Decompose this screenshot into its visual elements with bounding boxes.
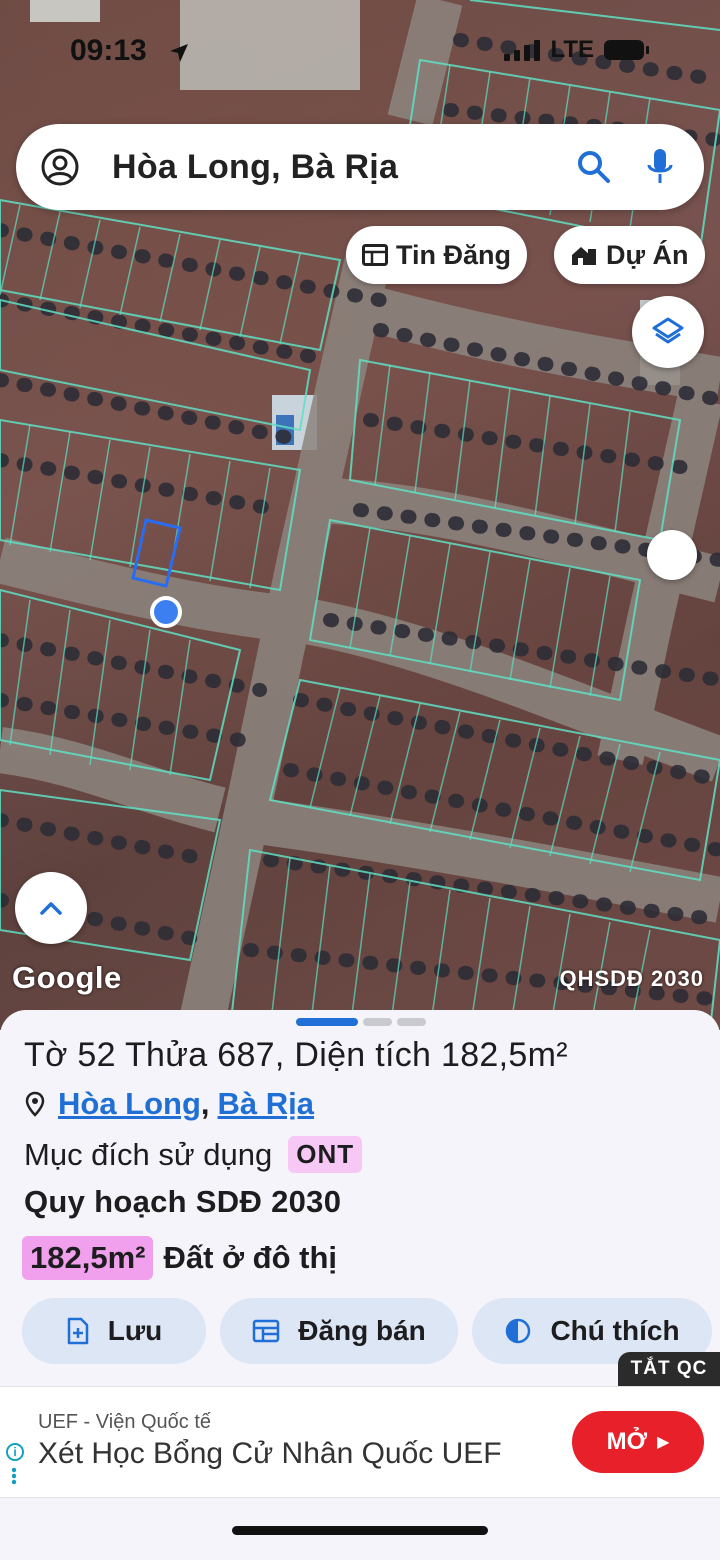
ad-banner[interactable]: i UEF - Viện Quốc tế Xét Học Bổng Cử Nhâ… [0, 1386, 720, 1498]
layers-button[interactable] [632, 296, 704, 368]
chevron-up-icon [40, 902, 62, 915]
expand-sheet-button[interactable] [15, 872, 87, 944]
search-input[interactable]: Hòa Long, Bà Rịa [112, 148, 548, 187]
plan-detail: 182,5m² Đất ở đô thị [22, 1236, 337, 1280]
location-pin-icon [25, 1091, 45, 1117]
save-button-label: Lưu [107, 1315, 163, 1346]
parcel-location: Hòa Long , Bà Rịa [24, 1086, 314, 1122]
ad-info-icon[interactable]: i [6, 1443, 24, 1461]
parcel-title: Tờ 52 Thửa 687, Diện tích 182,5m² [24, 1036, 568, 1074]
projects-icon [572, 247, 596, 265]
save-button[interactable]: Lưu [22, 1298, 206, 1364]
purpose-code-badge: ONT [288, 1136, 363, 1173]
pager-dot-active[interactable] [296, 1018, 358, 1026]
plan-area-badge: 182,5m² [22, 1236, 154, 1280]
location-arrow-icon [170, 44, 188, 62]
listing-table-icon [252, 1319, 280, 1343]
ad-source: UEF - Viện Quốc tế [38, 1411, 212, 1433]
ad-headline[interactable]: Xét Học Bổng Cử Nhân Quốc UEF [38, 1437, 502, 1471]
ward-link[interactable]: Hòa Long [58, 1086, 201, 1122]
add-document-icon [67, 1317, 88, 1345]
plan-title: Quy hoạch SDĐ 2030 [24, 1184, 342, 1219]
projects-chip[interactable]: Dự Án [554, 226, 705, 284]
pager-dot[interactable] [397, 1018, 426, 1026]
search-icon [578, 151, 610, 183]
city-link[interactable]: Bà Rịa [218, 1086, 314, 1122]
search-button[interactable] [574, 147, 614, 187]
map-view[interactable]: 09:13 LTE Hòa Long, Bà Rịa Tin Đăng Dự Á… [0, 0, 720, 1030]
profile-icon[interactable] [40, 147, 80, 187]
play-arrow-icon: ▶ [657, 1434, 670, 1451]
status-right: LTE [504, 36, 649, 64]
signal-icon [504, 39, 541, 61]
side-handle-button[interactable] [647, 530, 697, 580]
post-sale-button[interactable]: Đăng bán [220, 1298, 458, 1364]
sheet-pager[interactable] [296, 1018, 426, 1026]
close-ad-button[interactable]: TẮT QC [618, 1352, 720, 1386]
layers-icon [652, 317, 684, 344]
ad-open-button[interactable]: MỞ ▶ [572, 1411, 704, 1473]
battery-icon [604, 40, 649, 60]
home-indicator[interactable] [232, 1526, 488, 1535]
legend-button-label: Chú thích [550, 1315, 680, 1346]
pager-dot[interactable] [363, 1018, 392, 1026]
purpose-label: Mục đích sử dụng [24, 1136, 273, 1172]
map-layer-badge: QHSDĐ 2030 [559, 966, 704, 991]
network-label: LTE [550, 36, 594, 63]
listings-chip[interactable]: Tin Đăng [346, 226, 528, 284]
listings-chip-label: Tin Đăng [396, 239, 512, 270]
voice-search-button[interactable] [640, 147, 680, 187]
contrast-icon [506, 1318, 531, 1344]
land-use-purpose: Mục đích sử dụng ONT [24, 1136, 363, 1173]
post-sale-button-label: Đăng bán [298, 1315, 426, 1346]
ad-dots-icon [12, 1467, 16, 1485]
parcel-info-sheet[interactable]: Tờ 52 Thửa 687, Diện tích 182,5m² Hòa Lo… [0, 1010, 720, 1560]
projects-chip-label: Dự Án [606, 239, 689, 270]
microphone-icon [647, 149, 673, 183]
listings-icon [362, 244, 388, 266]
status-time: 09:13 [70, 34, 147, 67]
location-separator: , [200, 1086, 210, 1121]
location-marker-dot [154, 600, 178, 624]
ad-open-label: MỞ [606, 1428, 648, 1455]
plan-land-type: Đất ở đô thị [163, 1240, 338, 1275]
google-attribution: Google [12, 960, 122, 995]
search-bar[interactable]: Hòa Long, Bà Rịa [16, 124, 704, 210]
